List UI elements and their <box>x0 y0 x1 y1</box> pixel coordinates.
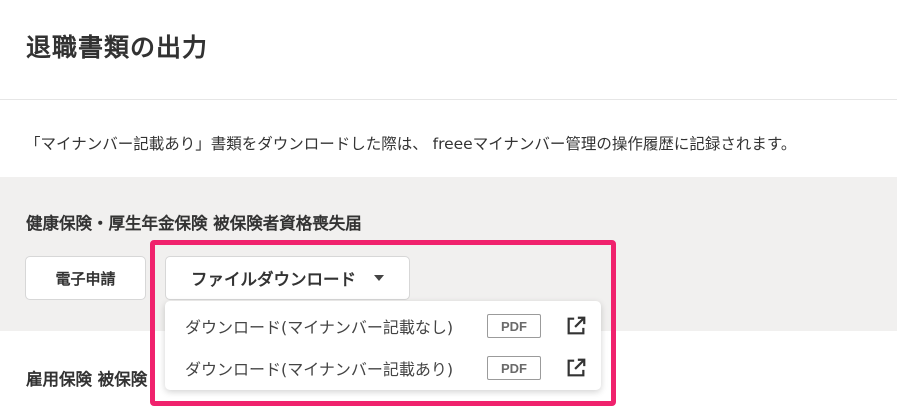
menu-item-label: ダウンロード(マイナンバー記載あり) <box>185 360 454 379</box>
download-options-menu: ダウンロード(マイナンバー記載なし) PDF ダウンロード(マイナンバー記載あり… <box>165 301 601 390</box>
e-filing-button[interactable]: 電子申請 <box>25 256 146 300</box>
mynumber-notice: 「マイナンバー記載あり」書類をダウンロードした際は、 freeeマイナンバー管理… <box>25 135 797 153</box>
file-download-dropdown-button[interactable]: ファイルダウンロード <box>165 256 410 300</box>
menu-item-download-with-mynumber[interactable]: ダウンロード(マイナンバー記載あり) PDF <box>165 348 601 388</box>
retirement-documents-page: 退職書類の出力 「マイナンバー記載あり」書類をダウンロードした際は、 freee… <box>0 0 897 408</box>
menu-item-label: ダウンロード(マイナンバー記載なし) <box>185 318 454 337</box>
external-link-icon <box>567 358 586 377</box>
section-title-employment-insurance: 雇用保険 被保険 <box>26 370 148 389</box>
pdf-badge: PDF <box>487 356 541 380</box>
e-filing-button-label: 電子申請 <box>55 269 116 288</box>
title-divider <box>0 99 897 100</box>
external-link-icon <box>567 316 586 335</box>
caret-down-icon <box>374 275 384 281</box>
pdf-badge: PDF <box>487 314 541 338</box>
page-title: 退職書類の出力 <box>26 33 209 62</box>
file-download-button-label: ファイルダウンロード <box>191 270 356 289</box>
menu-item-download-without-mynumber[interactable]: ダウンロード(マイナンバー記載なし) PDF <box>165 306 601 346</box>
section-title-health-insurance: 健康保険・厚生年金保険 被保険者資格喪失届 <box>26 214 362 233</box>
